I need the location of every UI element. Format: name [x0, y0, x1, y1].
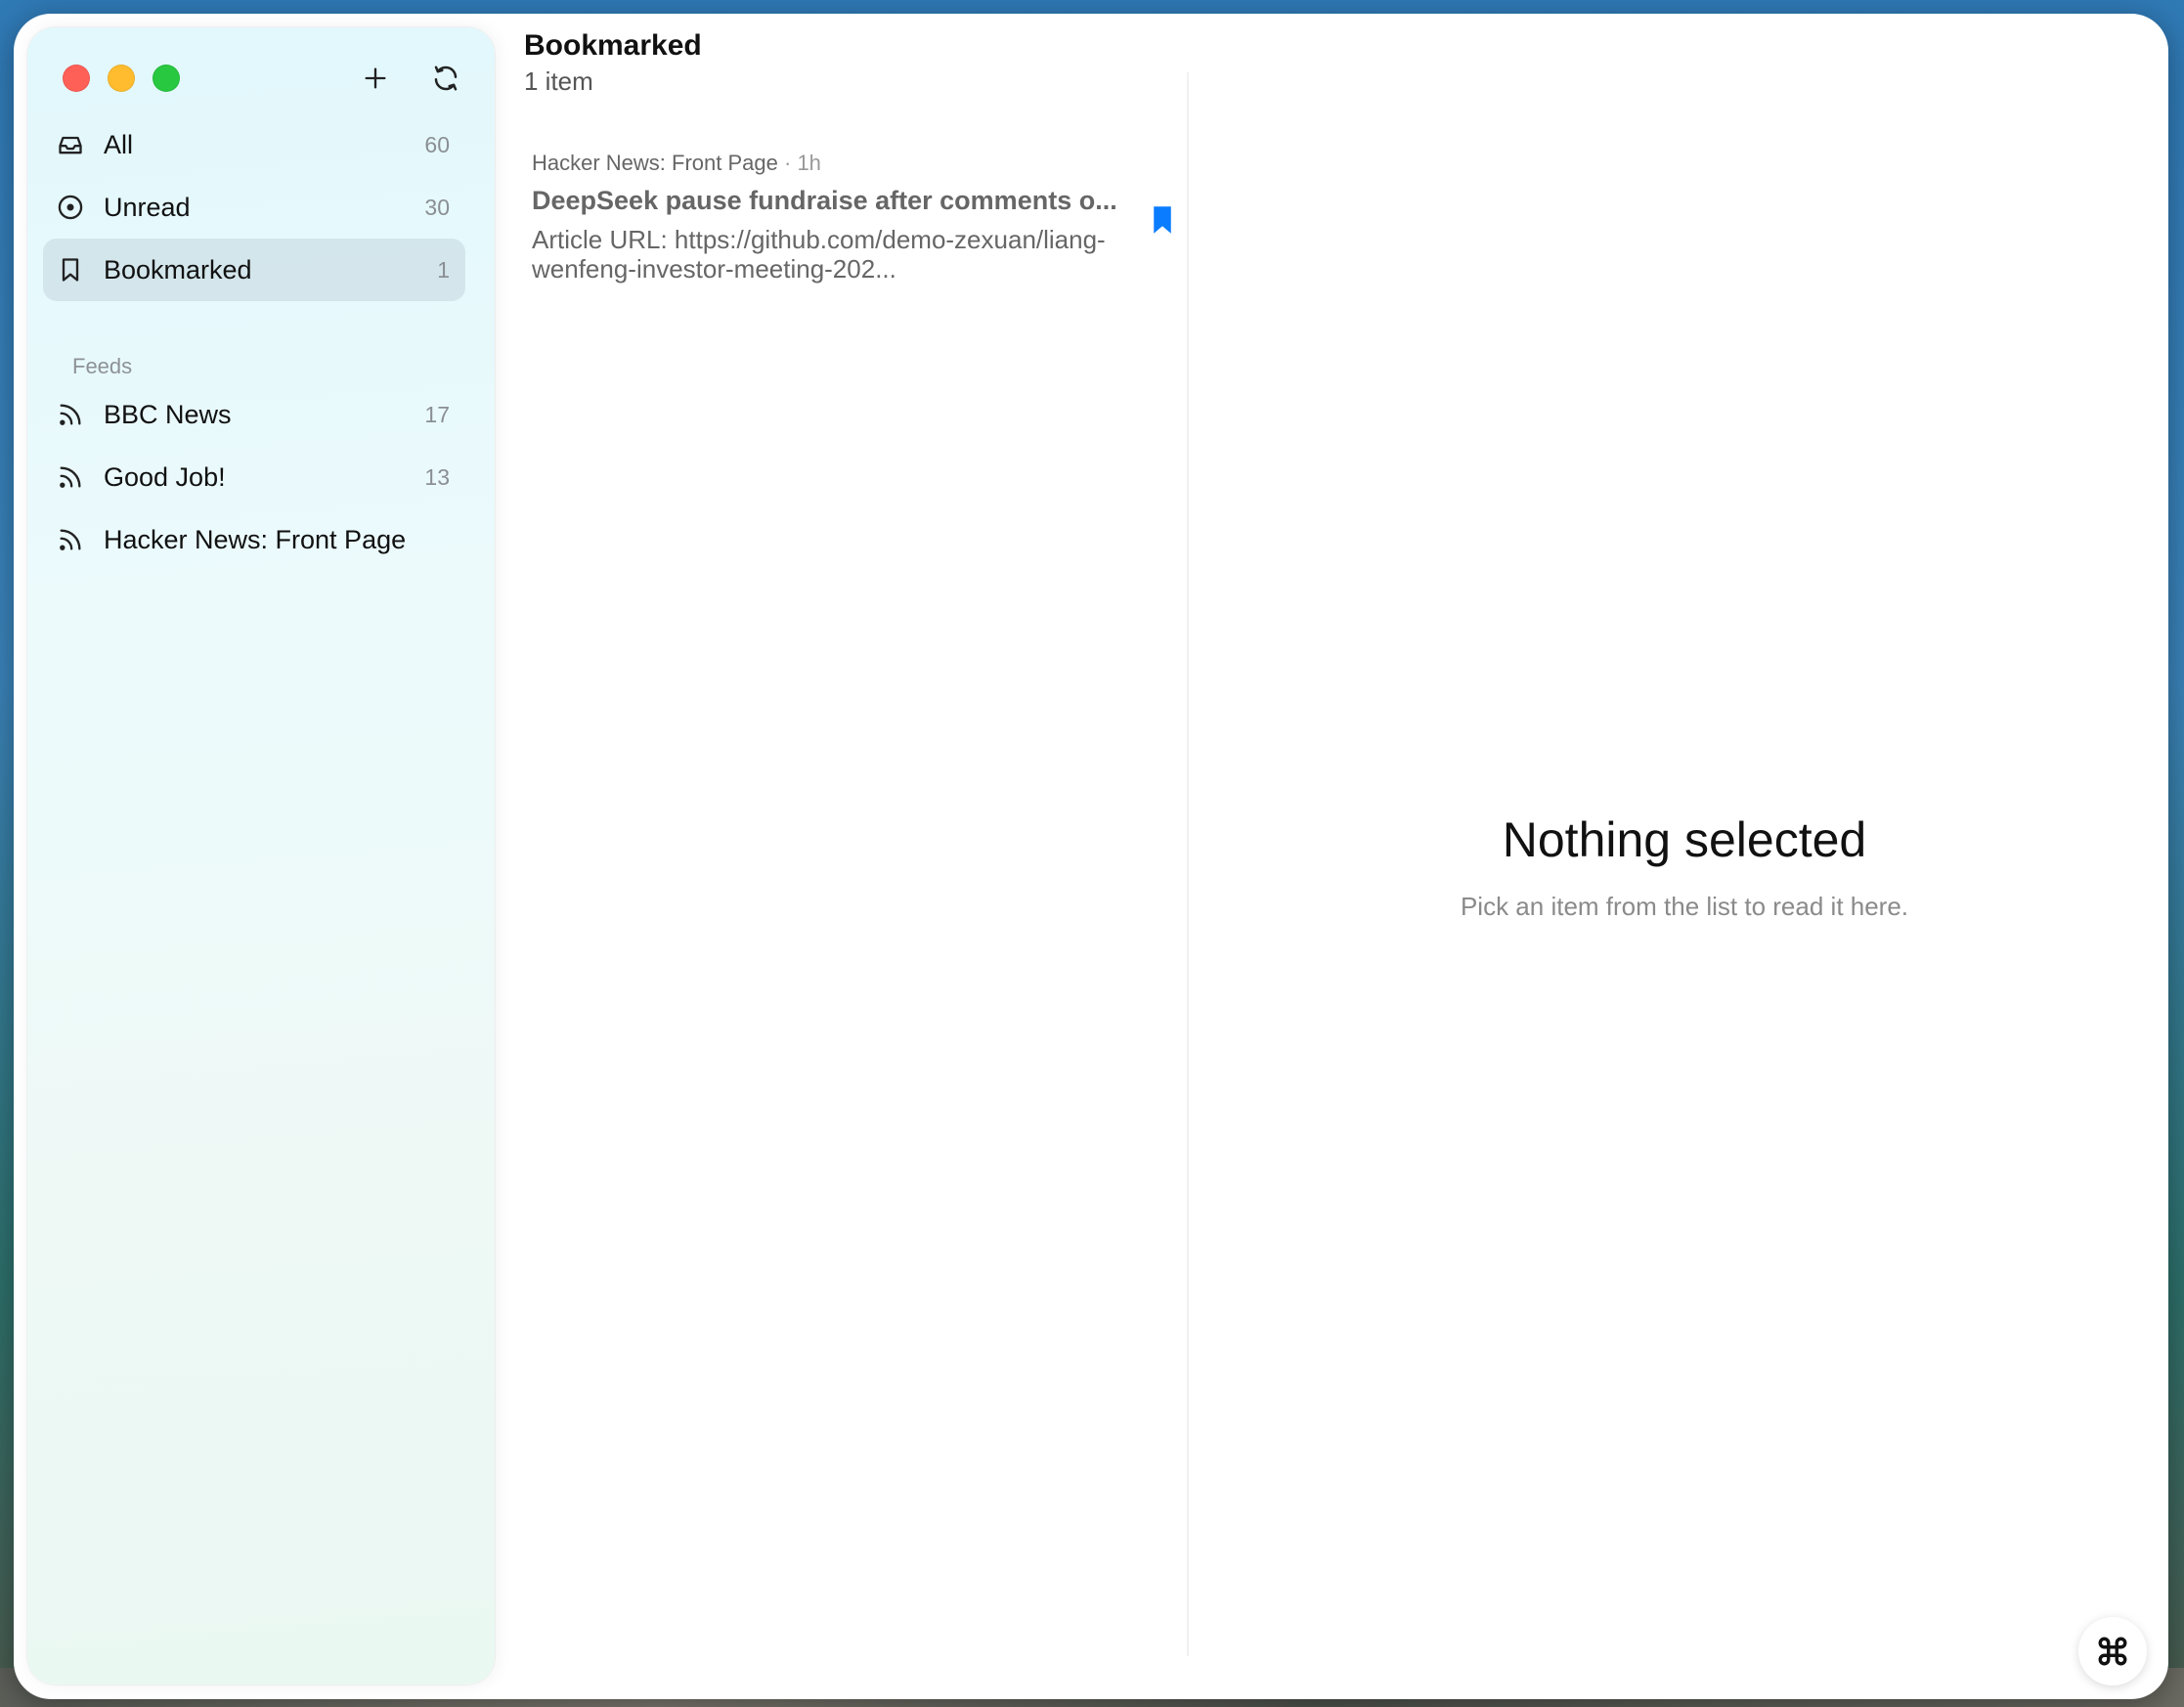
feed-label: Hacker News: Front Page — [104, 524, 407, 554]
sidebar-item-unread[interactable]: Unread 30 — [43, 176, 465, 239]
article-source: Hacker News: Front Page — [532, 151, 778, 175]
sidebar-feed-good-job[interactable]: Good Job! 13 — [43, 446, 465, 508]
floating-action-button[interactable] — [2078, 1617, 2147, 1685]
empty-state-subtitle: Pick an item from the list to read it he… — [1460, 892, 1909, 921]
add-feed-button[interactable] — [356, 59, 395, 98]
sidebar-item-count: 30 — [424, 194, 450, 220]
rss-icon — [60, 529, 81, 550]
sidebar-feed-hacker-news[interactable]: Hacker News: Front Page — [43, 508, 465, 571]
feed-label: BBC News — [104, 399, 232, 429]
rss-icon — [60, 466, 81, 488]
feed-count: 13 — [424, 463, 450, 490]
article-list-item[interactable]: Hacker News: Front Page · 1h DeepSeek pa… — [514, 141, 1179, 307]
list-title: Bookmarked — [524, 29, 702, 62]
article-time: · 1h — [784, 151, 821, 175]
sidebar: All 60 Unread 30 Bookmarked 1 Feeds BBC … — [27, 27, 495, 1685]
refresh-button[interactable] — [426, 59, 465, 98]
sidebar-item-label: Unread — [104, 192, 191, 222]
bookmark-icon — [62, 258, 79, 282]
sidebar-item-count: 1 — [437, 256, 450, 283]
unread-circle-icon — [58, 195, 83, 220]
empty-state-title: Nothing selected — [1502, 812, 1867, 867]
article-summary: Article URL: https://github.com/demo-zex… — [532, 225, 1106, 284]
feeds-section-label: Feeds — [72, 354, 133, 378]
feed-label: Good Job! — [104, 461, 226, 492]
sidebar-item-count: 60 — [424, 131, 450, 157]
sidebar-item-all[interactable]: All 60 — [43, 113, 465, 176]
feed-count: 17 — [424, 401, 450, 427]
sidebar-item-label: Bookmarked — [104, 254, 252, 284]
list-item-count: 1 item — [524, 66, 593, 96]
article-title: DeepSeek pause fundraise after comments … — [532, 186, 1117, 215]
inbox-icon — [59, 136, 82, 154]
window-close-button[interactable] — [63, 65, 90, 92]
window-minimize-button[interactable] — [108, 65, 135, 92]
sidebar-item-label: All — [104, 129, 134, 159]
plus-icon — [365, 67, 386, 89]
refresh-icon — [434, 66, 458, 91]
sidebar-item-bookmarked[interactable]: Bookmarked 1 — [43, 239, 465, 301]
sidebar-feed-bbc-news[interactable]: BBC News 17 — [43, 383, 465, 446]
window-zoom-button[interactable] — [153, 65, 180, 92]
article-list-pane: Bookmarked 1 item Hacker News: Front Pag… — [495, 14, 1199, 1699]
bookmark-filled-icon[interactable] — [1150, 205, 1175, 235]
article-meta: Hacker News: Front Page · 1h — [532, 151, 821, 176]
pane-divider[interactable] — [1187, 72, 1189, 1656]
app-window: All 60 Unread 30 Bookmarked 1 Feeds BBC … — [14, 14, 2168, 1699]
command-icon — [2098, 1637, 2127, 1666]
rss-icon — [60, 404, 81, 425]
